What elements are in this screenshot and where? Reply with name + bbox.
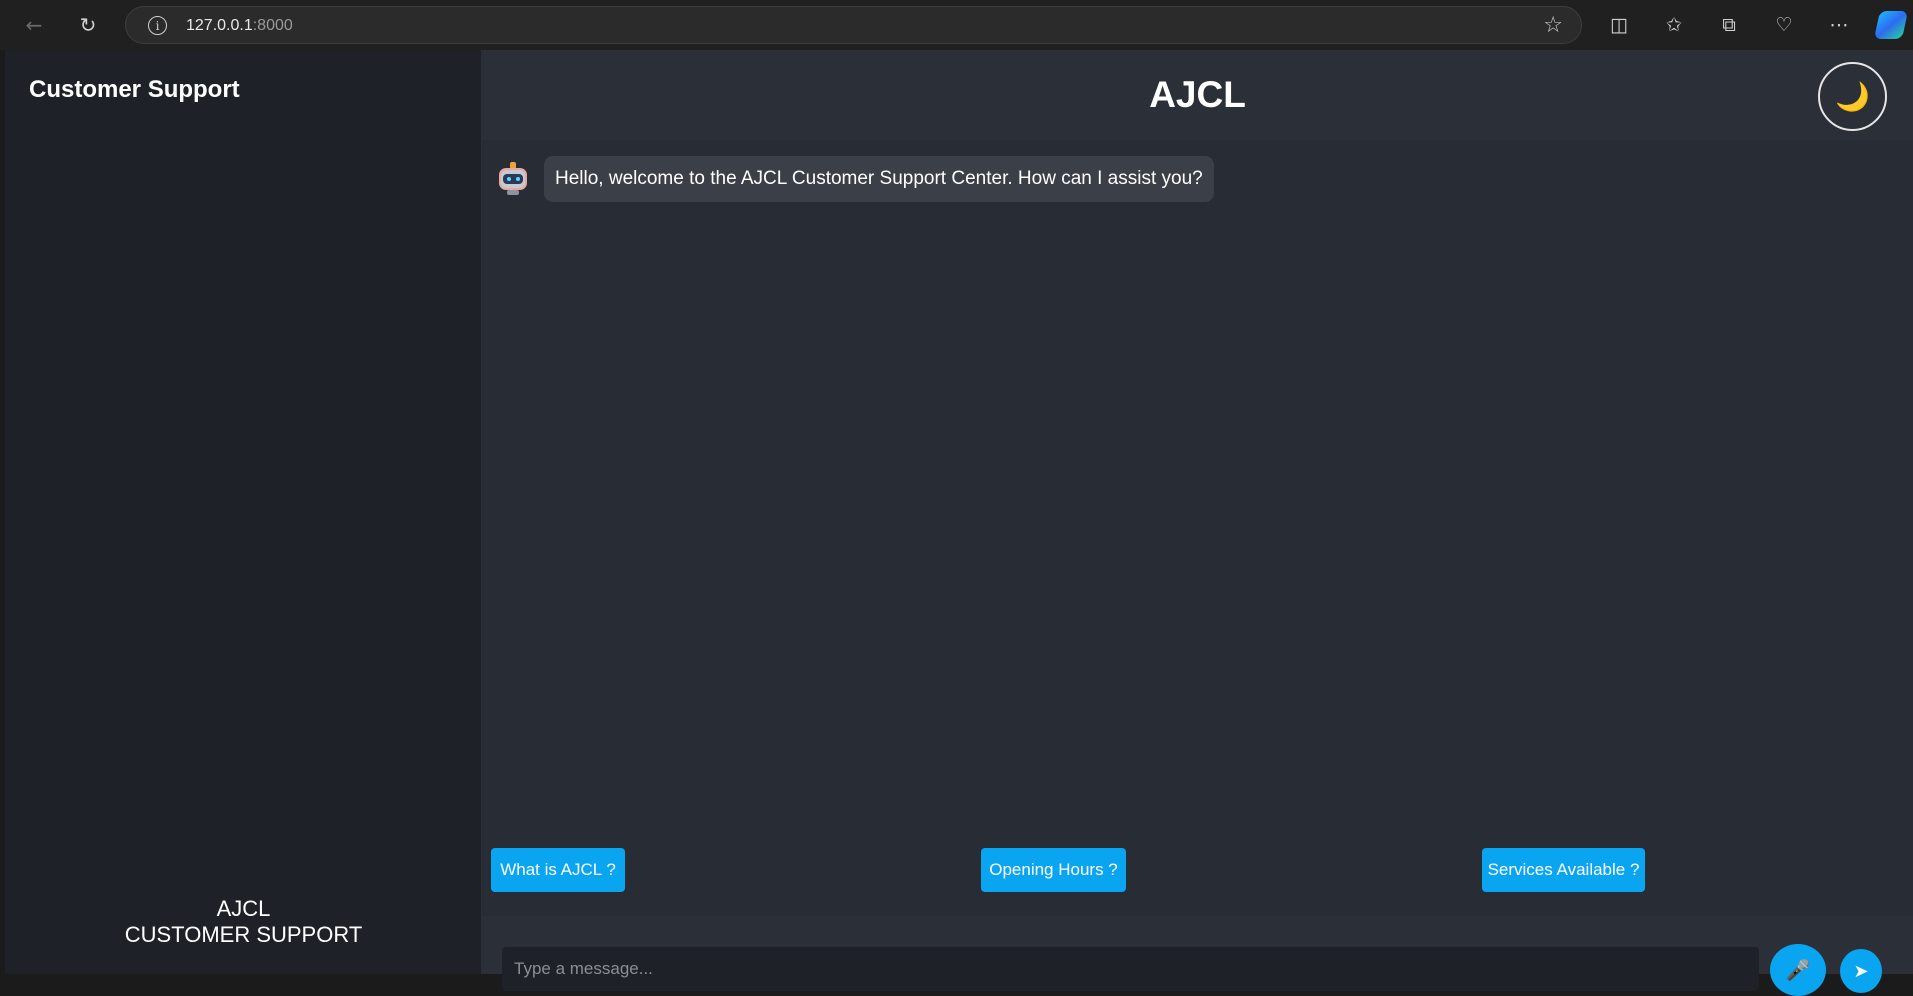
- chat-messages: Hello, welcome to the AJCL Customer Supp…: [482, 140, 1913, 840]
- url-text[interactable]: 127.0.0.1:8000: [186, 17, 293, 35]
- url-host: 127.0.0.1: [186, 17, 253, 34]
- theme-toggle-button[interactable]: 🌙: [1818, 62, 1887, 131]
- robot-icon: [496, 162, 530, 196]
- copilot-icon[interactable]: [1874, 11, 1908, 39]
- footer-subtitle: CUSTOMER SUPPORT: [124, 922, 363, 947]
- message-bubble: Hello, welcome to the AJCL Customer Supp…: [544, 156, 1214, 202]
- address-bar[interactable]: i 127.0.0.1:8000 ☆: [125, 6, 1582, 44]
- bot-message: Hello, welcome to the AJCL Customer Supp…: [496, 156, 1214, 202]
- message-input[interactable]: [502, 947, 1759, 991]
- sidebar-title: Customer Support: [29, 76, 240, 103]
- back-arrow-icon[interactable]: ←: [18, 9, 50, 41]
- sidebar-footer: AJCL CUSTOMER SUPPORT: [5, 896, 482, 948]
- more-icon[interactable]: ⋯: [1823, 9, 1855, 41]
- main-panel: AJCL 🌙 Hello, welcome to the AJCL Custom…: [482, 50, 1913, 996]
- send-icon[interactable]: ➤: [1840, 949, 1882, 993]
- info-icon[interactable]: i: [148, 16, 167, 35]
- favorite-star-icon[interactable]: ☆: [1543, 13, 1563, 38]
- quick-reply-opening-hours[interactable]: Opening Hours ?: [981, 848, 1126, 892]
- browser-essentials-icon[interactable]: ♡: [1768, 9, 1800, 41]
- split-screen-icon[interactable]: ◫: [1603, 9, 1635, 41]
- quick-replies: What is AJCL ? Opening Hours ? Services …: [482, 848, 1913, 894]
- quick-reply-what-is-ajcl[interactable]: What is AJCL ?: [491, 848, 625, 892]
- chat-header: AJCL 🌙: [482, 50, 1913, 140]
- moon-icon: 🌙: [1835, 80, 1870, 113]
- footer-brand: AJCL: [216, 896, 271, 921]
- sidebar: Customer Support AJCL CUSTOMER SUPPORT: [5, 50, 482, 974]
- url-port: :8000: [252, 17, 293, 34]
- reload-icon[interactable]: ↻: [72, 9, 104, 41]
- collections-icon[interactable]: ⧉: [1713, 9, 1745, 41]
- microphone-icon[interactable]: 🎤: [1770, 944, 1826, 996]
- browser-toolbar: ← ↻ i 127.0.0.1:8000 ☆ ◫ ✩ ⧉ ♡ ⋯: [0, 0, 1913, 50]
- composer: 🎤 ➤: [482, 916, 1913, 996]
- favorites-icon[interactable]: ✩: [1658, 9, 1690, 41]
- page-title: AJCL: [1149, 74, 1246, 115]
- quick-reply-services[interactable]: Services Available ?: [1482, 848, 1645, 892]
- chat-app: Customer Support AJCL CUSTOMER SUPPORT A…: [5, 50, 1913, 996]
